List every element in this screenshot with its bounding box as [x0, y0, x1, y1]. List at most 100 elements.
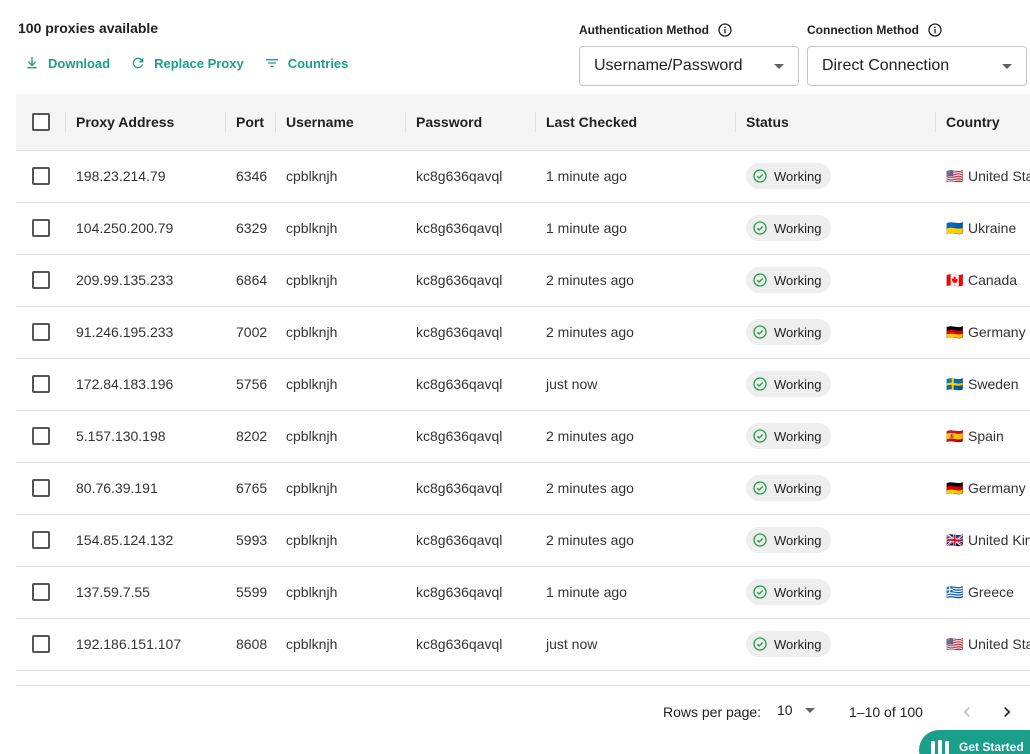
col-status[interactable]: Status: [736, 94, 936, 151]
cell-username: cpblknjh: [286, 480, 338, 496]
col-proxy-address[interactable]: Proxy Address: [66, 94, 226, 151]
select-all-checkbox[interactable]: [32, 112, 50, 131]
chevron-left-icon: [963, 707, 970, 717]
table-row[interactable]: 198.23.214.79 6346 cpblknjh kc8g636qavql 1 m…: [16, 150, 1030, 202]
cell-proxy-address: 172.84.183.196: [76, 376, 174, 392]
status-badge: Working: [746, 527, 832, 553]
col-port[interactable]: Port: [226, 94, 276, 151]
table-row[interactable]: 5.157.130.198 8202 cpblknjh kc8g636qavql 2 m…: [16, 410, 1030, 462]
row-select-cell: [16, 202, 66, 254]
cell-status: Working: [736, 514, 936, 566]
col-country[interactable]: Country: [936, 94, 1030, 151]
auth-method-select[interactable]: Username/Password: [579, 46, 799, 86]
auth-method-value: Username/Password: [594, 57, 743, 74]
cell-country: 🇺🇦 Ukraine: [936, 202, 1030, 254]
table-row[interactable]: 80.76.39.191 6765 cpblknjh kc8g636qavql 2 mi…: [16, 462, 1030, 514]
status-badge: Working: [746, 163, 832, 189]
cell-proxy-address: 198.23.214.79: [76, 168, 166, 184]
row-checkbox[interactable]: [32, 427, 50, 446]
cell-status: Working: [736, 566, 936, 618]
table-row[interactable]: 192.186.151.107 8608 cpblknjh kc8g636qavql j…: [16, 618, 1030, 670]
get-started-button[interactable]: Get Started: [919, 730, 1030, 754]
cell-password: kc8g636qavql: [416, 532, 503, 548]
cell-password: kc8g636qavql: [416, 584, 503, 600]
cell-port: 6864: [236, 272, 268, 288]
check-circle-icon: [753, 533, 767, 547]
col-username[interactable]: Username: [276, 94, 406, 151]
status-text: Working: [774, 324, 822, 340]
table-row[interactable]: 209.99.135.233 6864 cpblknjh kc8g636qavql 2 …: [16, 254, 1030, 306]
rows-per-page-label: Rows per page:: [663, 704, 762, 720]
check-circle-icon: [753, 637, 767, 651]
cell-port: 7002: [236, 324, 268, 340]
cell-username: cpblknjh: [286, 168, 338, 184]
rows-per-page-select[interactable]: 10: [777, 702, 815, 718]
table-row[interactable]: 172.84.183.196 5756 cpblknjh kc8g636qavql ju…: [16, 358, 1030, 410]
country-flag: 🇬🇧: [946, 531, 964, 548]
info-icon[interactable]: [927, 22, 943, 38]
table-row[interactable]: 91.246.195.233 7002 cpblknjh kc8g636qavql 2 …: [16, 306, 1030, 358]
cell-username: cpblknjh: [286, 428, 338, 444]
cell-last-checked: just now: [546, 636, 598, 652]
table-row[interactable]: 104.250.200.79 6329 cpblknjh kc8g636qavql 1 …: [16, 202, 1030, 254]
countries-button[interactable]: Countries: [256, 52, 357, 74]
pagination: Rows per page: 10 1–10 of 100: [0, 700, 1030, 726]
chevron-right-icon: [1004, 707, 1011, 717]
filter-icon: [265, 59, 278, 67]
select-all-cell: [16, 94, 66, 151]
cell-password: kc8g636qavql: [416, 376, 503, 392]
country-name: Ukraine: [968, 219, 1017, 236]
row-checkbox[interactable]: [32, 219, 50, 238]
status-text: Working: [774, 376, 822, 392]
download-button[interactable]: Download: [16, 52, 118, 74]
cell-username: cpblknjh: [286, 324, 338, 340]
cell-status: Working: [736, 410, 936, 462]
status-badge: Working: [746, 423, 832, 449]
replace-proxy-label: Replace Proxy: [154, 55, 244, 71]
toolbar: Download Replace Proxy Countries: [16, 52, 356, 74]
col-last-checked[interactable]: Last Checked: [536, 94, 736, 151]
cell-last-checked: 2 minutes ago: [546, 324, 634, 340]
bars-icon: [931, 740, 949, 754]
row-select-cell: [16, 618, 66, 670]
country-name: Canada: [968, 271, 1018, 288]
cell-last-checked: just now: [546, 376, 598, 392]
col-password[interactable]: Password: [406, 94, 536, 151]
row-select-cell: [16, 462, 66, 514]
row-checkbox[interactable]: [32, 167, 50, 186]
cell-proxy-address: 91.246.195.233: [76, 324, 174, 340]
cell-country: 🇬🇧United Kingdom: [936, 514, 1030, 566]
get-started-label: Get Started: [959, 740, 1024, 754]
cell-status: Working: [736, 462, 936, 514]
row-select-cell: [16, 150, 66, 202]
info-icon[interactable]: [717, 22, 733, 38]
replace-proxy-button[interactable]: Replace Proxy: [122, 52, 252, 74]
status-text: Working: [774, 168, 822, 184]
prev-page-button[interactable]: [955, 700, 979, 724]
next-page-button[interactable]: [995, 700, 1019, 724]
cell-username: cpblknjh: [286, 376, 338, 392]
row-checkbox[interactable]: [32, 323, 50, 342]
cell-password: kc8g636qavql: [416, 636, 503, 652]
row-checkbox[interactable]: [32, 531, 50, 550]
row-select-cell: [16, 358, 66, 410]
status-badge: Working: [746, 631, 832, 657]
row-checkbox[interactable]: [32, 479, 50, 498]
row-checkbox[interactable]: [32, 271, 50, 290]
refresh-icon: [132, 57, 144, 69]
cell-status: Working: [736, 254, 936, 306]
cell-country: 🇩🇪 Germany: [936, 462, 1030, 514]
country-flag: 🇺🇦: [946, 219, 964, 236]
row-checkbox[interactable]: [32, 375, 50, 394]
cell-proxy-address: 154.85.124.132: [76, 532, 174, 548]
cell-port: 6329: [236, 220, 268, 236]
row-checkbox[interactable]: [32, 635, 50, 654]
cell-proxy-address: 137.59.7.55: [76, 584, 150, 600]
table-row[interactable]: 137.59.7.55 5599 cpblknjh kc8g636qavql 1 min…: [16, 566, 1030, 618]
table-row[interactable]: 154.85.124.132 5993 cpblknjh kc8g636qavql 2 …: [16, 514, 1030, 566]
check-circle-icon: [753, 585, 767, 599]
cell-country: 🇺🇸United States: [936, 618, 1030, 670]
connection-method-select[interactable]: Direct Connection: [807, 46, 1027, 86]
row-checkbox[interactable]: [32, 583, 50, 602]
check-circle-icon: [753, 377, 767, 391]
